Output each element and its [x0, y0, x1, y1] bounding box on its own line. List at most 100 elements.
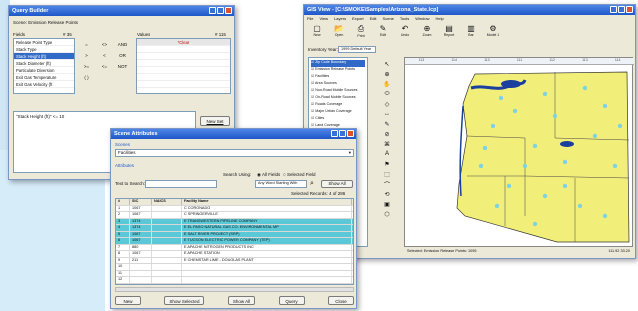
- map-canvas[interactable]: 113 114 110 111 112 113 114: [404, 57, 634, 247]
- layer-item[interactable]: ☑ Area Sources: [311, 81, 365, 88]
- value-item[interactable]: [137, 67, 230, 74]
- map-tool-icon[interactable]: A: [383, 150, 391, 158]
- operator-button[interactable]: [97, 75, 112, 83]
- field-item[interactable]: Release Point Type: [14, 39, 74, 46]
- value-item[interactable]: [137, 60, 230, 67]
- value-item[interactable]: [137, 81, 230, 88]
- toolbar-button[interactable]: ↶ Undo: [396, 24, 414, 44]
- selected-field-radio[interactable]: ○ Selected Field: [283, 172, 316, 177]
- menu-item[interactable]: Window: [415, 16, 429, 21]
- maximize-icon[interactable]: [618, 6, 625, 13]
- toolbar-button[interactable]: ▤ Report: [440, 24, 458, 44]
- gis-titlebar[interactable]: GIS View - [C:\SMOKE\Samples\Arizona_Sta…: [304, 5, 635, 15]
- operator-button[interactable]: <=: [97, 64, 112, 72]
- scene-select[interactable]: Facilities ▾: [115, 149, 354, 157]
- field-item[interactable]: Stack Type: [14, 46, 74, 53]
- map-tool-icon[interactable]: ▣: [383, 200, 391, 208]
- operator-button[interactable]: NOT: [115, 64, 130, 72]
- menu-item[interactable]: File: [307, 16, 313, 21]
- maximize-icon[interactable]: [217, 7, 224, 14]
- operator-button[interactable]: ( ): [79, 75, 94, 83]
- map-tool-icon[interactable]: ✋: [383, 80, 391, 88]
- scene-attributes-titlebar[interactable]: Scene Attributes: [111, 129, 356, 139]
- operator-button[interactable]: =: [79, 42, 94, 50]
- operator-button[interactable]: >: [79, 53, 94, 61]
- map-tool-icon[interactable]: ⬡: [383, 210, 391, 218]
- toolbar-button[interactable]: ⎙ Print: [352, 24, 370, 44]
- values-list[interactable]: *Clear: [136, 38, 231, 94]
- toolbar-button[interactable]: ⚙ Model 1: [484, 24, 502, 44]
- operator-button[interactable]: >=: [79, 64, 94, 72]
- map-tool-icon[interactable]: ⌘: [383, 140, 391, 148]
- map-tool-icon[interactable]: ⬚: [383, 170, 391, 178]
- toolbar-button[interactable]: ⊕ Zoom: [418, 24, 436, 44]
- new-set-button[interactable]: New Set: [200, 116, 230, 126]
- minimize-icon[interactable]: [331, 130, 338, 137]
- show-all-button[interactable]: Show All: [227, 296, 256, 305]
- layer-item[interactable]: ☑ Zip Code Boundary: [311, 60, 365, 67]
- map-tool-icon[interactable]: ⊘: [383, 130, 391, 138]
- map-tool-icon[interactable]: ↖: [383, 60, 391, 68]
- operator-button[interactable]: <: [97, 53, 112, 61]
- operator-button[interactable]: <>: [97, 42, 112, 50]
- value-item[interactable]: *Clear: [137, 39, 230, 46]
- value-item[interactable]: [137, 46, 230, 53]
- value-item[interactable]: [137, 53, 230, 60]
- close-icon[interactable]: [347, 130, 354, 137]
- all-fields-radio[interactable]: ◉ All Fields: [257, 172, 280, 178]
- horizontal-scrollbar[interactable]: [115, 287, 354, 292]
- match-mode-select[interactable]: Any Word Starting With: [255, 180, 307, 188]
- map-tool-icon[interactable]: ↔: [383, 110, 391, 118]
- map-tool-icon[interactable]: ⊕: [383, 70, 391, 78]
- text-search-input[interactable]: [145, 180, 217, 188]
- table-row[interactable]: 12: [116, 277, 353, 284]
- attribute-grid[interactable]: # SIC NAICS Facility Name 1 1067 C CORONADO 2 1…: [115, 198, 354, 285]
- binoculars-icon[interactable]: ⌕: [310, 180, 314, 188]
- field-item[interactable]: Stack Diameter (ft): [14, 60, 74, 67]
- toolbar-button[interactable]: 📂 Open: [330, 24, 348, 44]
- layer-item[interactable]: ☑ Roads Coverage: [311, 102, 365, 109]
- menu-item[interactable]: Layers: [334, 16, 346, 21]
- field-item[interactable]: Stack Height (ft): [14, 53, 74, 60]
- menu-item[interactable]: Edit: [370, 16, 377, 21]
- field-item[interactable]: Exit Gas Temperature: [14, 74, 74, 81]
- map-tool-icon[interactable]: ⚑: [383, 160, 391, 168]
- close-icon[interactable]: [626, 6, 633, 13]
- layer-item[interactable]: ☑ Cities: [311, 116, 365, 123]
- grid-header-cell[interactable]: SIC: [130, 199, 152, 205]
- field-item[interactable]: Particulate Diversion: [14, 67, 74, 74]
- layer-item[interactable]: ☑ Non-Road Mobile Sources: [311, 88, 365, 95]
- show-all-top-button[interactable]: Show All: [321, 180, 353, 188]
- toolbar-button[interactable]: ✎ Edit: [374, 24, 392, 44]
- map-tool-icon[interactable]: ⌒: [383, 180, 391, 189]
- menu-item[interactable]: Export: [352, 16, 364, 21]
- menu-item[interactable]: Help: [435, 16, 443, 21]
- grid-header-cell[interactable]: NAICS: [152, 199, 182, 205]
- close-button[interactable]: Close: [327, 296, 354, 305]
- layer-item[interactable]: ☑ Emission Release Points: [311, 67, 365, 74]
- layer-item[interactable]: ☑ Major Urban Coverage: [311, 109, 365, 116]
- toolbar-button[interactable]: ▢ New: [308, 24, 326, 44]
- map-tool-icon[interactable]: ✎: [383, 120, 391, 128]
- minimize-icon[interactable]: [209, 7, 216, 14]
- fields-list[interactable]: Release Point Type Stack Type Stack Height…: [13, 38, 75, 94]
- grid-header-cell[interactable]: Facility Name: [182, 199, 352, 205]
- map-tool-icon[interactable]: ◇: [383, 100, 391, 108]
- maximize-icon[interactable]: [339, 130, 346, 137]
- map-tool-icon[interactable]: ⟲: [383, 190, 391, 198]
- grid-header-cell[interactable]: #: [116, 199, 130, 205]
- operator-button[interactable]: OR: [115, 53, 130, 61]
- layer-item[interactable]: ☑ Facilities: [311, 74, 365, 81]
- inventory-year-select[interactable]: 1999 Default Year: [338, 46, 376, 53]
- new-button[interactable]: New: [115, 296, 141, 305]
- minimize-icon[interactable]: [610, 6, 617, 13]
- show-selected-button[interactable]: Show Selected: [164, 296, 205, 305]
- query-builder-titlebar[interactable]: Query Builder: [9, 6, 234, 16]
- toolbar-button[interactable]: ▥ Bar: [462, 24, 480, 44]
- operator-button[interactable]: AND: [115, 42, 130, 50]
- menu-item[interactable]: Tools: [400, 16, 409, 21]
- layer-item[interactable]: ☑ On-Road Mobile Sources: [311, 95, 365, 102]
- menu-item[interactable]: Scene: [383, 16, 394, 21]
- query-button[interactable]: Query: [278, 296, 305, 305]
- field-item[interactable]: Exit Gas Velocity (ft: [14, 81, 74, 88]
